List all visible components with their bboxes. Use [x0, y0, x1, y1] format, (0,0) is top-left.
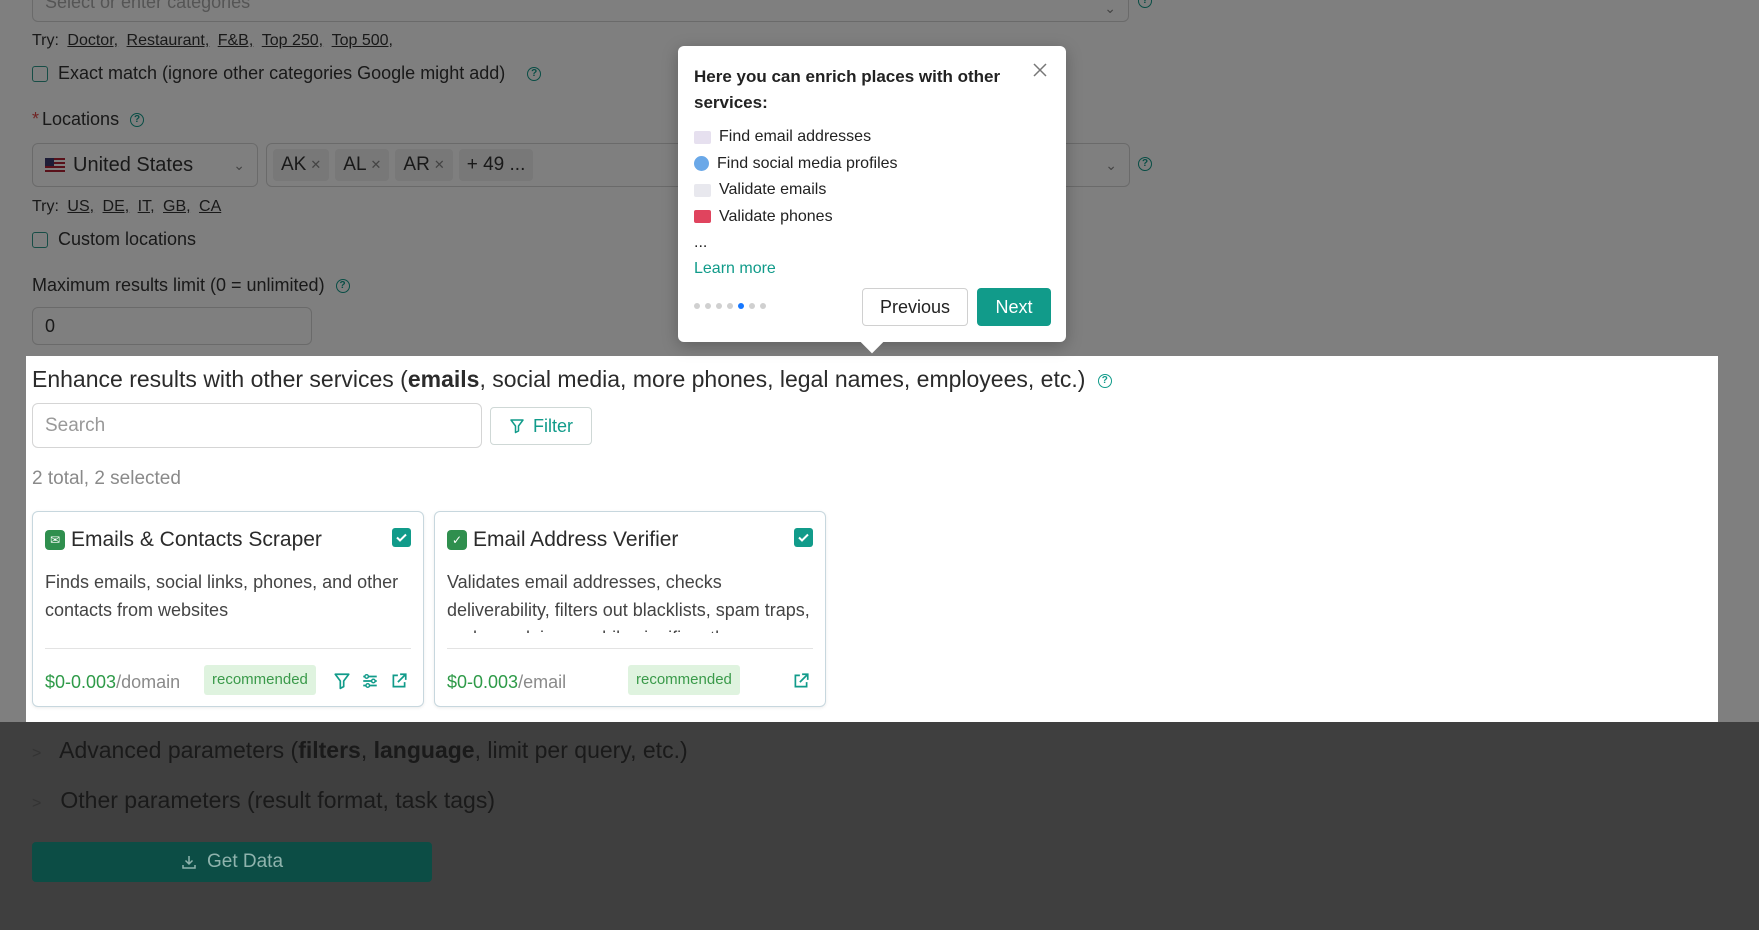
previous-button[interactable]: Previous	[862, 288, 968, 326]
enhance-title: Enhance results with other services (ema…	[32, 366, 1112, 393]
settings-sliders-icon[interactable]	[361, 672, 379, 690]
envelope-icon: ✉	[45, 530, 65, 550]
download-icon	[182, 856, 196, 869]
filter-label: Filter	[533, 415, 573, 436]
card-price: $0-0.003/domain	[45, 672, 180, 693]
services-search-input[interactable]: Search	[32, 403, 482, 448]
step-dot	[716, 303, 722, 309]
popover-item-text: Find email addresses	[719, 128, 872, 145]
popover-list: Find email addresses Find social media p…	[694, 124, 898, 257]
card-description: Finds emails, social links, phones, and …	[45, 572, 399, 620]
envelope-check-icon	[694, 183, 711, 197]
advanced-sep: ,	[360, 737, 374, 763]
card-checkbox[interactable]	[794, 528, 813, 547]
advanced-parameters-toggle[interactable]: > Advanced parameters (filters, language…	[32, 737, 688, 764]
checkmark-icon	[396, 533, 407, 542]
learn-more-link[interactable]: Learn more	[694, 260, 776, 278]
price-value: $0-0.003	[447, 672, 519, 692]
enhance-title-part: Enhance results with other services (	[32, 366, 408, 392]
next-button[interactable]: Next	[977, 288, 1051, 326]
popover-item-text: Find social media profiles	[717, 154, 898, 172]
chevron-right-icon: >	[32, 795, 42, 812]
step-dot	[705, 303, 711, 309]
step-dot	[760, 303, 766, 309]
get-data-label: Get Data	[206, 851, 284, 872]
advanced-text: , limit per query, etc.)	[474, 737, 688, 763]
globe-icon	[694, 156, 709, 172]
price-unit: /domain	[116, 672, 181, 692]
advanced-text: Advanced parameters (	[59, 737, 299, 763]
get-data-button[interactable]: Get Data	[32, 842, 432, 882]
popover-list-item: Validate phones	[694, 204, 898, 231]
recommended-badge: recommended	[204, 665, 316, 695]
filter-icon[interactable]	[333, 672, 351, 690]
envelope-icon	[694, 130, 711, 144]
enhance-title-bold: emails	[407, 366, 480, 392]
card-title-row: ✉ Emails & Contacts Scraper	[45, 528, 322, 552]
card-title: Email Address Verifier	[473, 528, 679, 551]
price-unit: /email	[518, 672, 567, 692]
popover-item-text: Validate phones	[719, 207, 833, 225]
verified-envelope-icon: ✓	[447, 530, 467, 550]
checkmark-icon	[798, 533, 809, 542]
popover-title: Here you can enrich places with other se…	[694, 67, 1001, 112]
step-dot	[749, 303, 755, 309]
popover-list-item: Find social media profiles	[694, 151, 898, 178]
chevron-right-icon: >	[32, 745, 42, 762]
service-card[interactable]: ✓ Email Address Verifier Validates email…	[434, 511, 826, 707]
service-card[interactable]: ✉ Emails & Contacts Scraper Finds emails…	[32, 511, 424, 707]
external-link-icon[interactable]	[792, 672, 810, 690]
card-title: Emails & Contacts Scraper	[71, 528, 322, 551]
filter-icon	[510, 419, 524, 434]
telephone-icon	[694, 210, 711, 224]
step-dot	[727, 303, 733, 309]
card-divider	[45, 648, 411, 649]
popover-list-item: Validate emails	[694, 177, 898, 204]
card-title-row: ✓ Email Address Verifier	[447, 528, 678, 552]
services-total: 2 total, 2 selected	[32, 468, 181, 489]
popover-list-item: Find email addresses	[694, 124, 898, 151]
external-link-icon[interactable]	[390, 672, 408, 690]
step-dot	[738, 303, 744, 309]
advanced-bold-language: language	[373, 737, 475, 763]
tour-popover: Here you can enrich places with other se…	[678, 46, 1066, 342]
price-value: $0-0.003	[45, 672, 117, 692]
other-parameters-toggle[interactable]: > Other parameters (result format, task …	[32, 787, 495, 814]
enhance-title-part: , social media, more phones, legal names…	[479, 366, 1086, 392]
recommended-badge: recommended	[628, 665, 740, 695]
popover-item-text: Validate emails	[719, 181, 827, 198]
help-icon[interactable]: ?	[1097, 373, 1112, 388]
advanced-bold-filters: filters	[298, 737, 361, 763]
card-divider	[447, 648, 813, 649]
close-icon[interactable]	[1032, 62, 1048, 78]
popover-ellipsis: ...	[694, 234, 708, 251]
card-description: Validates email addresses, checks delive…	[447, 572, 810, 633]
other-parameters-label: Other parameters (result format, task ta…	[60, 787, 495, 813]
card-checkbox[interactable]	[392, 528, 411, 547]
card-price: $0-0.003/email	[447, 672, 566, 693]
step-indicator	[694, 303, 766, 309]
step-dot	[694, 303, 700, 309]
filter-button[interactable]: Filter	[490, 407, 592, 445]
